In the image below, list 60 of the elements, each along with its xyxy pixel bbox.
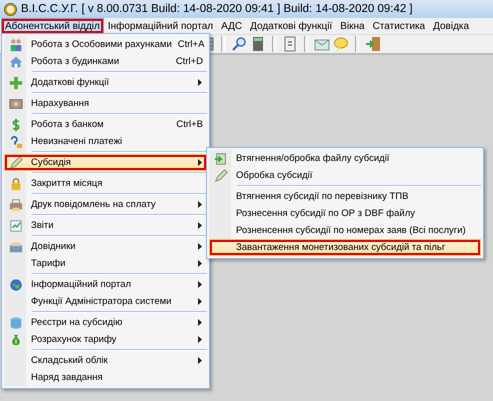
lock-icon bbox=[9, 176, 23, 190]
window-title: В.І.С.С.У.Г. [ v 8.00.0731 Build: 14-08-2020 09:41 ] Build: 14-08-2020 09:42 ] bbox=[21, 3, 413, 15]
menu-item[interactable]: Обробка субсидії bbox=[209, 167, 481, 184]
menu-item[interactable]: Втягнення/обробка файлу субсидії bbox=[209, 150, 481, 167]
house-icon bbox=[9, 54, 23, 68]
pen-icon bbox=[9, 156, 23, 170]
menu-item[interactable]: Вікна bbox=[336, 18, 369, 34]
menu-item[interactable]: Рознесення субсидії по ОР з DBF файлу bbox=[209, 205, 481, 222]
question-icon bbox=[9, 134, 23, 148]
submenu-arrow-icon bbox=[198, 260, 202, 267]
banknote-icon bbox=[9, 96, 23, 110]
submenu-arrow-icon bbox=[198, 298, 202, 305]
menu-item[interactable]: Розрахунок тарифу bbox=[4, 331, 207, 348]
menu-item[interactable]: Додаткові функції bbox=[246, 18, 336, 34]
menu-item[interactable]: Довідники bbox=[4, 238, 207, 255]
globe-icon bbox=[9, 278, 23, 292]
submenu-arrow-icon bbox=[198, 222, 202, 229]
document-icon[interactable] bbox=[282, 36, 298, 52]
submenu-arrow-icon bbox=[198, 281, 202, 288]
menu-item[interactable]: Субсидія bbox=[4, 154, 207, 171]
app-icon bbox=[4, 2, 17, 16]
menu-item[interactable]: Абонентський відділ bbox=[1, 18, 104, 34]
menu-item[interactable]: Втягнення субсидії по перевізнику ТПВ bbox=[209, 188, 481, 205]
menu-item[interactable]: Тарифи bbox=[4, 255, 207, 272]
calculator-icon[interactable] bbox=[250, 36, 266, 52]
menu-item[interactable]: Закриття місяця bbox=[4, 175, 207, 192]
submenu-arrow-icon bbox=[198, 357, 202, 364]
menu-item[interactable]: Інформаційний портал bbox=[4, 276, 207, 293]
menu-item[interactable]: Робота з Особовими рахунками Ctrl+A bbox=[4, 36, 207, 53]
people-icon bbox=[9, 38, 23, 52]
load-icon bbox=[214, 152, 228, 166]
menu-item[interactable]: Функції Адміністратора системи bbox=[4, 293, 207, 310]
book-icon bbox=[9, 240, 23, 254]
menu-item[interactable]: Невизначені платежі bbox=[4, 133, 207, 150]
submenu-arrow-icon bbox=[198, 201, 202, 208]
menu-item[interactable]: Робота з банком Ctrl+B bbox=[4, 116, 207, 133]
database-icon bbox=[9, 316, 23, 330]
plus-icon bbox=[9, 76, 23, 90]
exit-door-icon[interactable] bbox=[365, 36, 381, 52]
menu-item[interactable]: Статистика bbox=[368, 18, 430, 34]
menu-item[interactable]: Додаткові функції bbox=[4, 74, 207, 91]
menu-item[interactable]: Робота з будинками Ctrl+D bbox=[4, 53, 207, 70]
submenu-arrow-icon bbox=[198, 159, 202, 166]
submenu-arrow-icon bbox=[198, 243, 202, 250]
menu-item[interactable]: Розненсення субсидії по номерах заяв (Всі послуги) bbox=[209, 222, 481, 239]
menu-item[interactable]: Інформаційний портал bbox=[104, 18, 218, 34]
menu-item[interactable]: Нарахування bbox=[4, 95, 207, 112]
report-icon bbox=[9, 218, 23, 232]
menu-item[interactable]: Складський облік bbox=[4, 352, 207, 369]
menu-item[interactable]: Реєстри на субсидію bbox=[4, 314, 207, 331]
menu-item[interactable]: Довідка bbox=[429, 18, 474, 34]
submenu-arrow-icon bbox=[198, 79, 202, 86]
submenu-arrow-icon bbox=[198, 336, 202, 343]
submenu-arrow-icon bbox=[198, 319, 202, 326]
printer-icon bbox=[9, 198, 23, 212]
pen-icon bbox=[214, 168, 228, 182]
menu-item[interactable]: АДС bbox=[217, 18, 246, 34]
search-icon[interactable] bbox=[231, 36, 247, 52]
menu-item[interactable]: Наряд завдання bbox=[4, 369, 207, 386]
menu-item[interactable]: Завантаження монетизованих субсидій та пільг bbox=[209, 239, 481, 256]
